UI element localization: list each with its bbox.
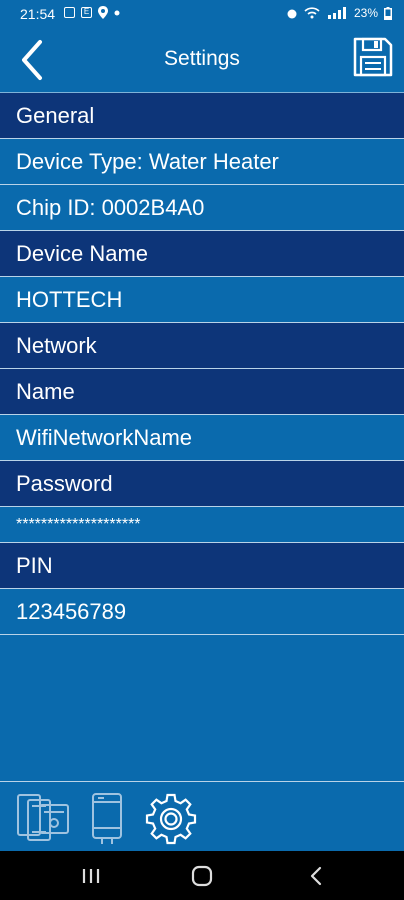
section-header-password: Password — [0, 461, 404, 507]
gear-icon — [145, 793, 197, 845]
status-bar: 21:54 E 23% — [0, 0, 404, 28]
tab-water-heater[interactable] — [90, 792, 124, 846]
water-heater-icon — [92, 793, 122, 844]
page-title: Settings — [164, 47, 240, 70]
dot-icon — [114, 10, 120, 15]
recent-apps-icon — [82, 869, 100, 883]
section-header-device-name: Device Name — [0, 231, 404, 277]
battery-icon — [384, 6, 392, 20]
battery-percent: 23% — [353, 6, 378, 20]
app-header: Settings — [0, 28, 404, 93]
section-header-pin: PIN — [0, 543, 404, 589]
settings-list: General Device Type: Water Heater Chip I… — [0, 93, 404, 635]
section-header-network-name: Name — [0, 369, 404, 415]
wifi-icon — [304, 7, 320, 19]
floppy-disk-icon — [353, 37, 393, 77]
section-header-general: General — [0, 93, 404, 139]
nav-back-button[interactable] — [302, 863, 332, 889]
section-header-network: Network — [0, 323, 404, 369]
device-type-field: Device Type: Water Heater — [0, 139, 404, 185]
recent-apps-button[interactable] — [76, 863, 106, 889]
tab-devices[interactable] — [16, 792, 72, 846]
e-notification-icon: E — [81, 7, 92, 18]
alarm-icon — [287, 9, 297, 19]
system-nav-bar — [0, 851, 404, 900]
gallery-notification-icon — [64, 7, 75, 18]
home-button[interactable] — [187, 863, 217, 889]
tab-settings[interactable] — [142, 792, 200, 846]
location-icon — [98, 6, 108, 19]
back-icon — [310, 866, 322, 886]
device-name-input[interactable]: HOTTECH — [0, 277, 404, 323]
pin-input[interactable]: 123456789 — [0, 589, 404, 635]
status-time: 21:54 — [20, 6, 56, 22]
signal-icon — [327, 7, 346, 19]
password-input[interactable]: ******************** — [0, 507, 404, 543]
chip-id-field: Chip ID: 0002B4A0 — [0, 185, 404, 231]
save-button[interactable] — [352, 36, 394, 78]
notification-icons: E — [64, 6, 120, 19]
network-name-input[interactable]: WifiNetworkName — [0, 415, 404, 461]
system-icons: 23% — [286, 6, 392, 20]
multiple-devices-icon — [17, 794, 69, 841]
home-icon — [191, 865, 213, 887]
bottom-tab-bar — [0, 781, 404, 852]
